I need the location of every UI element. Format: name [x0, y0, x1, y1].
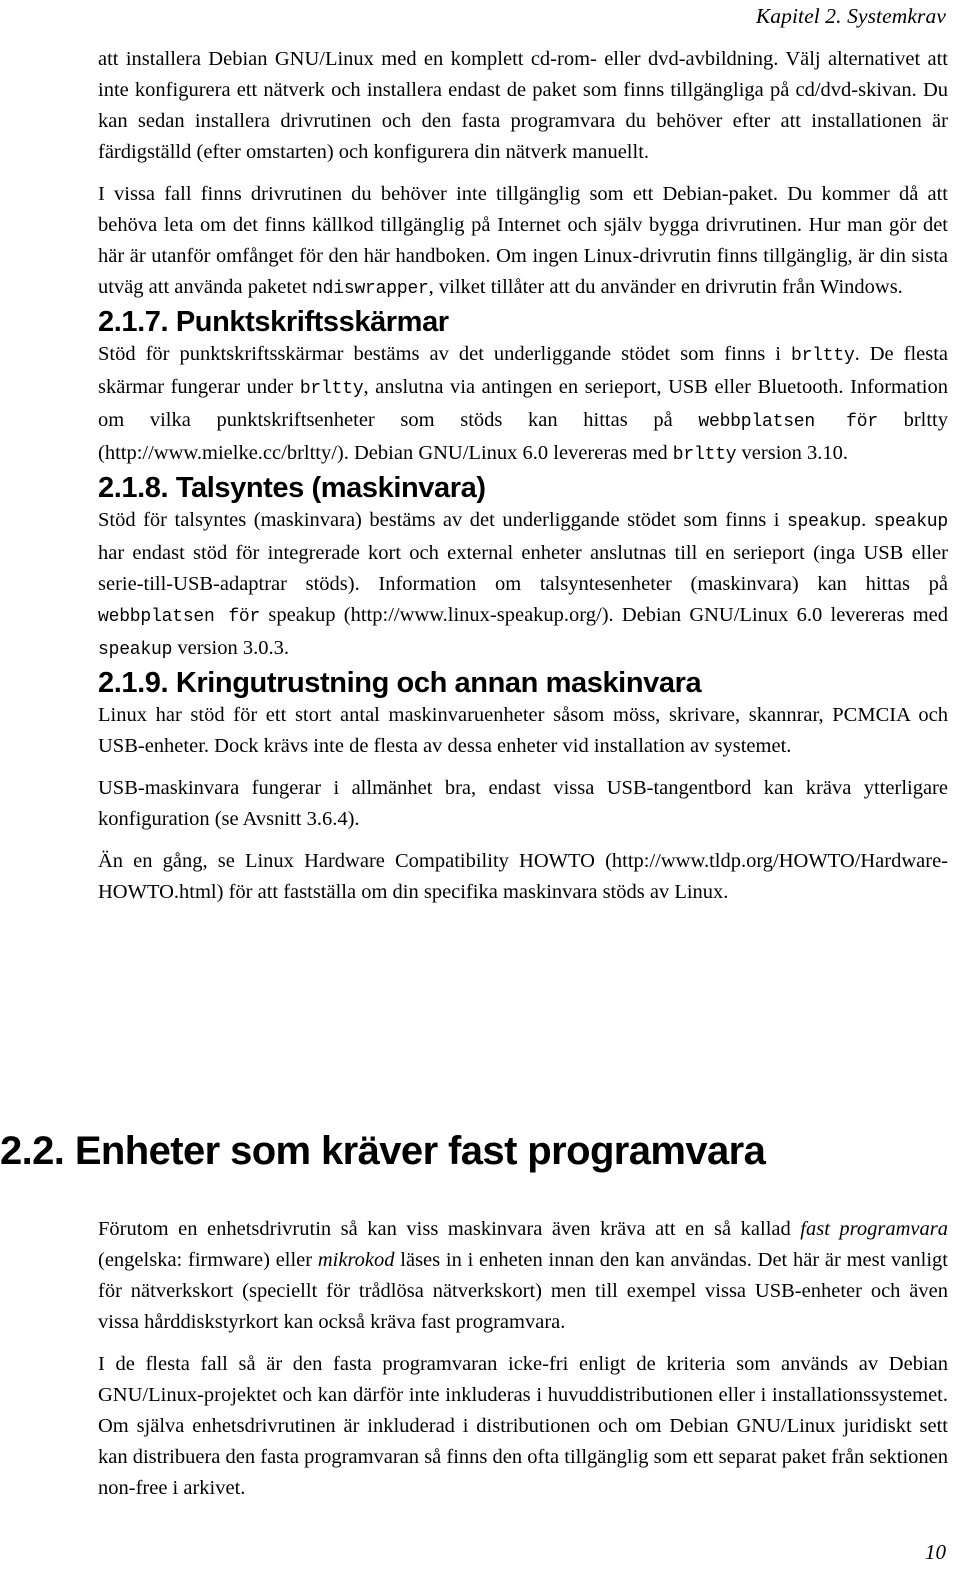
heading-section-2-1-7: 2.1.7. Punktskriftsskärmar: [98, 306, 449, 338]
section-2-1-9-paragraph-1: Linux har stöd för ett stort antal maski…: [98, 700, 948, 762]
link-brltty-website[interactable]: webbplatsen för: [698, 412, 878, 432]
section-2-1-9-paragraph-2: USB-maskinvara fungerar i allmänhet bra,…: [98, 773, 948, 835]
link-speakup-website[interactable]: webbplatsen för: [98, 607, 260, 627]
intro-paragraph-2: I vissa fall finns drivrutinen du behöve…: [98, 179, 948, 305]
heading-section-2-1-9: 2.1.9. Kringutrustning och annan maskinv…: [98, 667, 702, 699]
s218-text-b: .: [861, 509, 874, 531]
code-speakup-3: speakup: [98, 640, 173, 660]
code-brltty-2: brltty: [299, 379, 364, 399]
section-2-2-paragraph-2: I de flesta fall så är den fasta program…: [98, 1349, 948, 1504]
s219-p1-text: Linux har stöd för ett stort antal maski…: [98, 704, 948, 757]
s217-text-e: version 3.10.: [736, 442, 849, 464]
running-header: Kapitel 2. Systemkrav: [755, 4, 946, 28]
section-2-2-paragraph-1: Förutom en enhetsdrivrutin så kan viss m…: [98, 1214, 948, 1338]
s218-text-a: Stöd för talsyntes (maskinvara) bestäms …: [98, 509, 787, 531]
page-content: att installera Debian GNU/Linux med en k…: [98, 44, 948, 908]
section-2-2-body: Förutom en enhetsdrivrutin så kan viss m…: [98, 1214, 948, 1504]
heading-section-2-1-8: 2.1.8. Talsyntes (maskinvara): [98, 472, 486, 504]
code-brltty-3: brltty: [672, 445, 737, 465]
intro-paragraph-1: att installera Debian GNU/Linux med en k…: [98, 44, 948, 168]
code-ndiswrapper: ndiswrapper: [312, 279, 429, 299]
s218-text-d: speakup (http://www.linux-speakup.org/).…: [260, 604, 948, 626]
intro-paragraph-1-text: att installera Debian GNU/Linux med en k…: [98, 48, 948, 163]
s218-text-c: har endast stöd för integrerade kort och…: [98, 542, 948, 595]
s219-p2-text: USB-maskinvara fungerar i allmänhet bra,…: [98, 777, 948, 830]
code-speakup-2: speakup: [873, 512, 948, 532]
document-page: Kapitel 2. Systemkrav att installera Deb…: [0, 0, 960, 1581]
emphasis-fast-programvara: fast programvara: [800, 1218, 949, 1240]
s22-p1-text-b: (engelska: firmware) eller: [98, 1249, 318, 1271]
page-number: 10: [925, 1540, 946, 1564]
s218-text-e: version 3.0.3.: [172, 637, 289, 659]
section-2-1-9-paragraph-3: Än en gång, se Linux Hardware Compatibil…: [98, 846, 948, 908]
s22-p1-text-a: Förutom en enhetsdrivrutin så kan viss m…: [98, 1218, 801, 1240]
s22-p2-text: I de flesta fall så är den fasta program…: [98, 1353, 948, 1499]
intro-paragraph-2-text-b: , vilket tillåter att du använder en dri…: [428, 276, 903, 298]
code-brltty-1: brltty: [790, 346, 855, 366]
section-2-2-block: 2.2. Enheter som kräver fast programvara…: [0, 1128, 960, 1504]
emphasis-mikrokod: mikrokod: [317, 1249, 395, 1271]
section-2-1-7-paragraph: Stöd för punktskriftsskärmar bestäms av …: [98, 339, 948, 471]
heading-section-2-2: 2.2. Enheter som kräver fast programvara: [0, 1129, 766, 1173]
s217-text-a: Stöd för punktskriftsskärmar bestäms av …: [98, 343, 791, 365]
s219-p3-text: Än en gång, se Linux Hardware Compatibil…: [98, 850, 948, 903]
section-2-1-8-paragraph: Stöd för talsyntes (maskinvara) bestäms …: [98, 505, 948, 666]
code-speakup-1: speakup: [786, 512, 862, 532]
